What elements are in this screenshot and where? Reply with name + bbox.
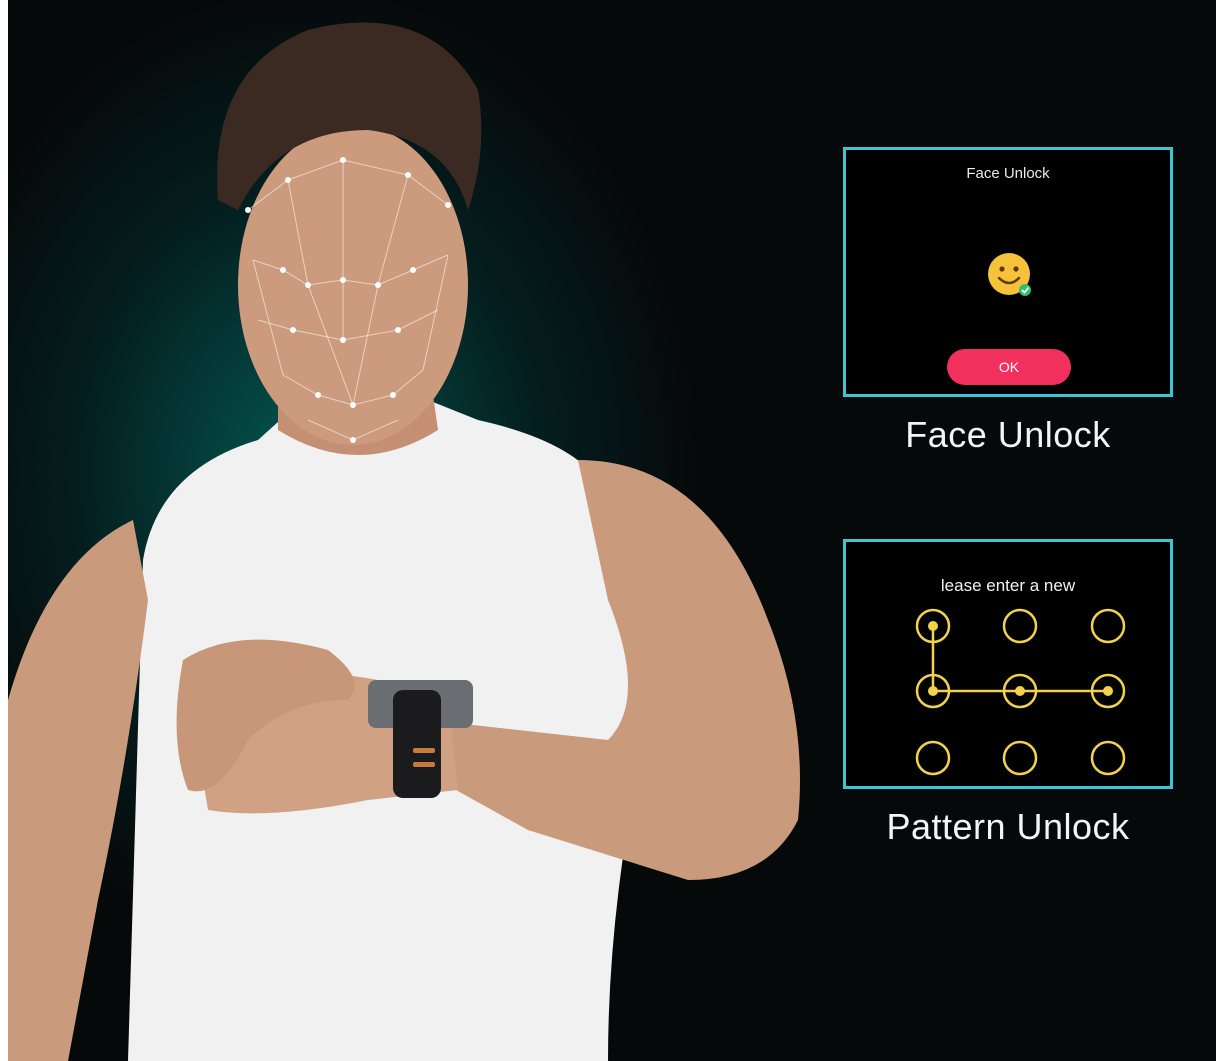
face	[238, 125, 468, 445]
face-unlock-screen-title: Face Unlock	[966, 165, 1050, 182]
pattern-dot-bottom-right	[1090, 740, 1126, 776]
pattern-path	[931, 626, 1108, 693]
left-arm	[8, 520, 148, 1061]
watch-strap	[393, 690, 441, 798]
face-unlock-caption: Face Unlock	[905, 414, 1111, 455]
pattern-dot-top-center	[1002, 608, 1038, 644]
pattern-unlock-screen: lease enter a new	[843, 539, 1173, 789]
ok-button[interactable]: OK	[947, 349, 1071, 385]
product-photo-scene: Face Unlock OK Face Unlock lease enter a…	[8, 0, 1216, 1061]
pattern-dot-bottom-left	[915, 740, 951, 776]
smiley-face-check-icon	[988, 253, 1031, 296]
face-unlock-screen: Face Unlock OK	[843, 147, 1173, 397]
pattern-dot-bottom-center	[1002, 740, 1038, 776]
pattern-dot-top-right	[1090, 608, 1126, 644]
pattern-unlock-caption: Pattern Unlock	[886, 806, 1130, 847]
pattern-grid[interactable]	[846, 542, 1170, 786]
